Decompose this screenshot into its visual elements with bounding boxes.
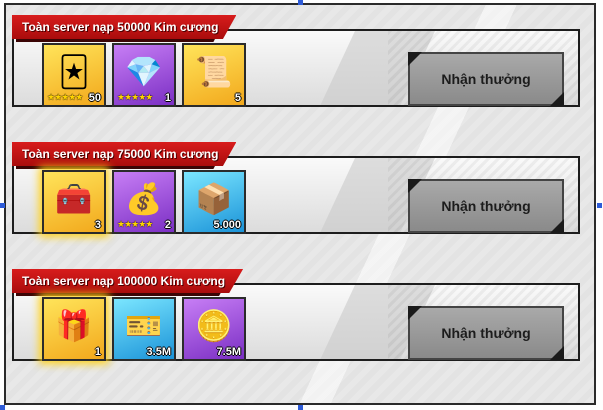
resize-handle[interactable] xyxy=(0,203,5,208)
panel-title: Toàn server nạp 50000 Kim cương xyxy=(12,15,237,39)
reward-item[interactable]: 📜 5 xyxy=(182,43,246,107)
claim-reward-button[interactable]: Nhận thưởng xyxy=(408,179,564,233)
reward-item[interactable]: 💎 ★★★★★ 1 xyxy=(112,43,176,107)
treasure-box-icon: 💰 xyxy=(125,181,163,217)
reward-items: 🎁 1 🎫 3.5M 🪙 7.5M xyxy=(42,297,246,361)
reward-items: 🧰 3 💰 ★★★★★ 2 📦 5.000 xyxy=(42,170,246,234)
purple-chest-icon: 🎁 xyxy=(55,308,93,344)
item-quantity: 7.5M xyxy=(216,346,241,358)
resize-handle[interactable] xyxy=(597,203,602,208)
resize-handle[interactable] xyxy=(298,0,303,5)
item-quantity: 1 xyxy=(94,346,101,358)
reward-item[interactable]: 🎁 1 xyxy=(42,297,106,361)
reward-item[interactable]: 💰 ★★★★★ 2 xyxy=(112,170,176,234)
treasure-box-icon: 💎 xyxy=(125,54,163,90)
cards-pack-icon: 🃏 xyxy=(58,54,90,90)
crate-icon: 📦 xyxy=(195,181,233,217)
reward-window: Toàn server nạp 50000 Kim cương 🃏 ★★★★★ … xyxy=(4,3,596,405)
wanted-poster-icon: 📜 xyxy=(195,54,233,90)
item-quantity: 3 xyxy=(94,219,101,231)
item-quantity: 3.5M xyxy=(146,346,171,358)
star-rating: ★★★★★ xyxy=(117,93,153,103)
panel-title: Toàn server nạp 100000 Kim cương xyxy=(12,269,244,293)
item-quantity: 50 xyxy=(88,92,101,104)
star-rating: ★★★★★ xyxy=(117,220,153,230)
item-quantity: 5.000 xyxy=(213,219,241,231)
reward-items: 🃏 ★★★★★ 50 💎 ★★★★★ 1 📜 5 xyxy=(42,43,246,107)
claim-reward-button[interactable]: Nhận thưởng xyxy=(408,52,564,106)
reward-panel-2: Toàn server nạp 75000 Kim cương 🧰 3 💰 ★★… xyxy=(12,142,580,234)
reward-item[interactable]: 🃏 ★★★★★ 50 xyxy=(42,43,106,107)
claim-reward-button[interactable]: Nhận thưởng xyxy=(408,306,564,360)
item-quantity: 2 xyxy=(164,219,171,231)
gold-coin-icon: 🪙 xyxy=(195,308,233,344)
reward-panel-1: Toàn server nạp 50000 Kim cương 🃏 ★★★★★ … xyxy=(12,15,580,107)
exp-ticket-icon: 🎫 xyxy=(125,308,163,344)
green-chest-icon: 🧰 xyxy=(55,181,93,217)
reward-item[interactable]: 📦 5.000 xyxy=(182,170,246,234)
item-quantity: 1 xyxy=(164,92,171,104)
reward-item[interactable]: 🧰 3 xyxy=(42,170,106,234)
resize-handle[interactable] xyxy=(0,405,5,410)
reward-item[interactable]: 🪙 7.5M xyxy=(182,297,246,361)
reward-item[interactable]: 🎫 3.5M xyxy=(112,297,176,361)
resize-handle[interactable] xyxy=(298,405,303,410)
reward-panel-3: Toàn server nạp 100000 Kim cương 🎁 1 🎫 3… xyxy=(12,269,580,361)
panel-title: Toàn server nạp 75000 Kim cương xyxy=(12,142,237,166)
star-rating: ★★★★★ xyxy=(47,93,83,103)
item-quantity: 5 xyxy=(234,92,241,104)
